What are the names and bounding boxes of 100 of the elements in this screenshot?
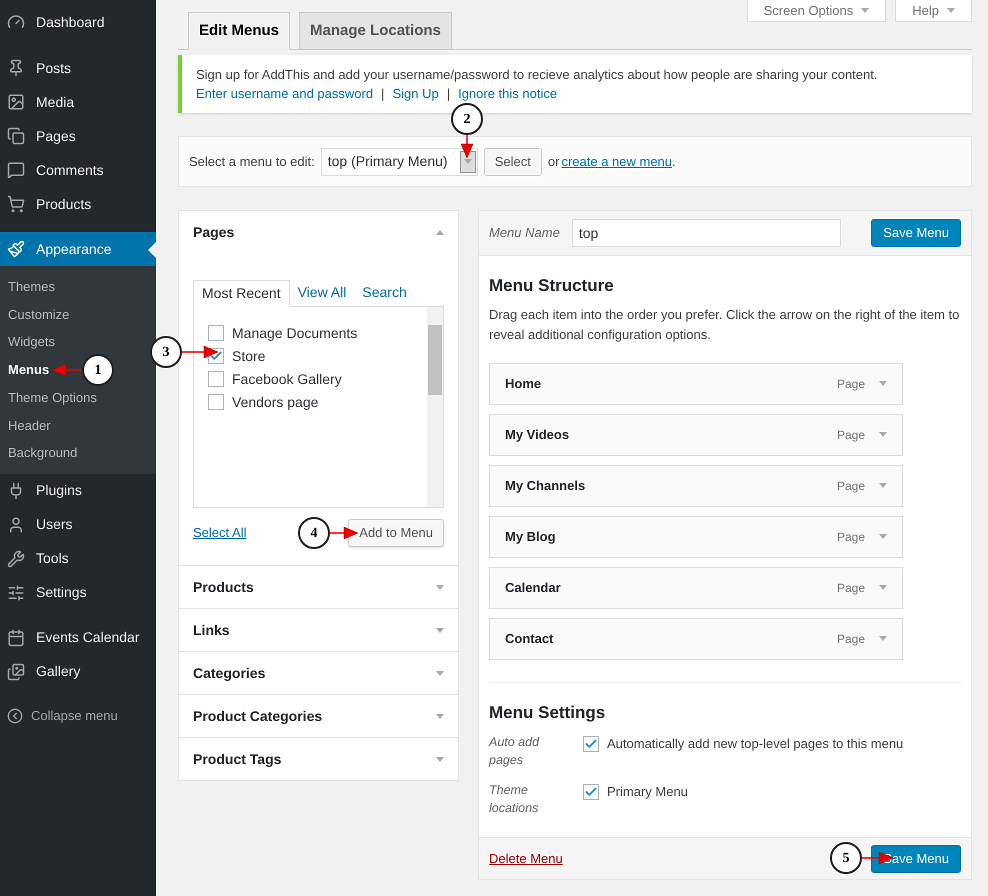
add-to-menu-button[interactable]: Add to Menu [348,519,444,547]
menu-item-type: Page [836,478,865,494]
delete-menu-link[interactable]: Delete Menu [489,848,563,868]
menu-item-bar[interactable]: My Blog Page [489,516,903,558]
sidebar-item[interactable]: Users [0,508,156,542]
caret-down-icon [436,756,444,762]
menu-item-title: My Videos [505,426,570,444]
submenu-item[interactable]: Theme Options [8,388,97,408]
sidebar-item[interactable]: Events Calendar [0,620,156,655]
accordion-header[interactable]: Categories [179,652,458,694]
accordion-header[interactable]: Product Categories [179,695,458,737]
panel-tab[interactable]: Search [354,279,415,306]
section-title: Product Tags [193,750,282,769]
panel-tab[interactable]: Most Recent [193,280,290,307]
sidebar-item[interactable]: Media [0,85,156,119]
menu-item-type: Page [836,580,865,596]
menu-item-bar[interactable]: My Channels Page [489,464,903,506]
sidebar-item[interactable]: Comments [0,153,156,187]
screen-meta-button[interactable]: Screen Options [746,0,886,22]
link-separator: | [381,85,384,103]
callout-arrow [460,135,474,158]
user-icon [7,516,25,534]
pages-icon [7,127,25,145]
menu-item-bar[interactable]: My Videos Page [489,414,903,456]
structure-heading: Menu Structure [489,275,615,297]
sidebar-item[interactable]: Plugins [0,474,156,508]
accordion-header[interactable]: Product Tags [179,738,458,780]
accordion-header[interactable]: Products [179,566,458,608]
menu-item-title: My Channels [505,476,586,495]
menu-item-bar[interactable]: Home Page [489,362,903,404]
menu-item-title: My Blog [505,528,557,546]
image-icon [7,93,25,111]
checkbox[interactable] [583,784,599,800]
menu-item-bar[interactable]: Contact Page [489,618,903,660]
callout-arrow [52,364,82,376]
checkbox[interactable] [208,394,224,410]
checkbox[interactable] [208,325,224,341]
checkbox[interactable] [583,736,599,752]
panel-tab[interactable]: View All [290,279,354,306]
caret-down-icon [879,534,887,539]
menu-item-bar[interactable]: Calendar Page [489,566,903,608]
caret-down-icon [879,636,887,641]
section-title: Pages [193,222,234,242]
save-menu-button[interactable]: Save Menu [871,219,961,247]
caret-down-icon [436,714,444,718]
submenu-item[interactable]: Header [8,416,51,436]
submenu-item[interactable]: Menus [8,360,50,380]
section-title: Product Categories [193,706,322,726]
sidebar-item[interactable]: Tools [0,542,156,576]
submenu-item[interactable]: Widgets [8,332,55,352]
notice-link[interactable]: Enter username and password [196,84,374,103]
gauge-icon [7,13,25,31]
setting-option: Automatically add new top-level pages to this menu [607,734,904,754]
sidebar-item[interactable]: Appearance [0,232,156,266]
menu-item-title: Calendar [505,578,562,597]
screen-meta-button[interactable]: Help [895,0,972,22]
page-label: Store [232,346,266,366]
sidebar-item[interactable]: Pages [0,119,156,153]
cart-icon [7,195,25,213]
current-pointer-icon [148,242,156,258]
sidebar-item[interactable]: Products [0,187,156,221]
checkbox[interactable] [208,371,224,387]
menu-item-type: Page [836,426,865,444]
accordion-header[interactable]: Links [179,609,458,651]
sidebar-item[interactable]: Settings [0,576,156,610]
submenu-item[interactable]: Background [8,443,78,463]
collapse-menu-button[interactable]: Collapse menu [0,698,156,733]
caret-down-icon [879,381,887,386]
sidebar-item[interactable]: Gallery [0,654,156,689]
scrollbar[interactable] [427,307,443,507]
menu-item-title: Home [505,374,542,393]
notice-link[interactable]: Sign Up [392,84,439,103]
menu-item-type: Page [836,376,865,392]
images-icon [7,662,25,681]
section-title: Links [193,620,230,640]
sidebar-item[interactable]: Posts [0,51,156,85]
sidebar-item[interactable]: Dashboard [0,5,156,39]
paintbrush-icon [7,240,25,258]
page-label: Facebook Gallery [232,370,342,389]
submenu-item[interactable]: Customize [8,304,70,324]
notice-link[interactable]: Ignore this notice [458,84,558,103]
section-title: Products [193,578,254,596]
menu-name-field[interactable]: top [572,219,841,247]
or-text: or [548,152,560,171]
caret-up-icon [436,230,444,234]
caret-down-icon [947,8,955,13]
nav-tab[interactable]: Edit Menus [188,12,290,50]
sliders-icon [7,584,25,602]
structure-hint: Drag each item into the order you prefer. Click the arrow on the right of the item to reveal additional configuration options. [489,306,960,344]
accordion-header[interactable]: Pages [179,211,458,253]
select-button[interactable]: Select [484,148,542,176]
caret-down-icon [861,8,870,13]
submenu-item[interactable]: Themes [8,277,55,297]
settings-heading: Menu Settings [489,702,606,724]
menu-name-label: Menu Name [489,224,560,242]
create-menu-link[interactable]: create a new menu [561,152,672,172]
menu-dropdown[interactable]: top (Primary Menu) [320,148,478,176]
setting-option: Primary Menu [607,782,688,802]
nav-tab[interactable]: Manage Locations [299,12,452,50]
select-all-link[interactable]: Select All [193,523,246,543]
